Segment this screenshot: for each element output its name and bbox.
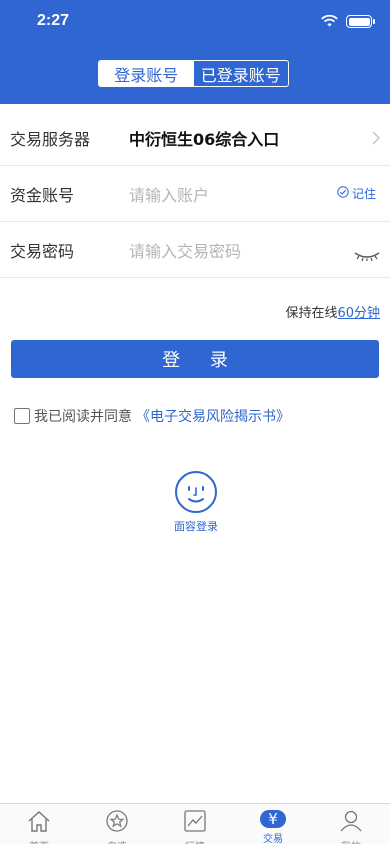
keep-online-duration-link[interactable]: 60分钟 [337,306,380,321]
tab-trade[interactable]: ¥ 交易 [234,804,312,844]
tab-watchlist-label: 自选 [107,838,127,844]
remember-account-toggle[interactable]: 记住 [337,185,376,202]
tab-trade-label: 交易 [263,834,283,844]
user-icon [339,810,363,836]
eye-closed-icon[interactable] [354,246,380,265]
password-input[interactable]: 请输入交易密码 [129,238,241,262]
account-row: 资金账号 请输入账户 记住 [0,166,390,222]
tab-login-account[interactable]: 登录账号 [99,61,194,86]
agreement-text: 我已阅读并同意 [34,409,132,425]
check-circle-icon [337,186,349,201]
remember-label: 记住 [351,187,376,201]
tab-profile[interactable]: 我的 [312,804,390,844]
tab-profile-label: 我的 [341,838,361,844]
tab-watchlist[interactable]: 自选 [78,804,156,844]
server-row[interactable]: 交易服务器 中衍恒生06综合入口 [0,110,390,166]
tab-logged-in-accounts[interactable]: 已登录账号 [194,61,289,86]
server-label: 交易服务器 [10,129,91,149]
password-label: 交易密码 [10,241,75,261]
status-time: 2:27 [37,12,70,29]
face-id-icon[interactable] [174,470,218,514]
password-row: 交易密码 请输入交易密码 [0,222,390,278]
risk-disclosure-link[interactable]: 《电子交易风险揭示书》 [136,406,290,426]
tab-home-label: 首页 [29,838,49,844]
header-bar: 2:27 登录账号 已登录账号 [0,0,390,104]
chart-icon [183,810,207,836]
wifi-icon [321,12,338,31]
keep-online: 保持在线60分钟 [285,302,380,321]
login-mode-segmented-control: 登录账号 已登录账号 [98,60,289,87]
yen-icon: ¥ [260,810,286,828]
login-form: 交易服务器 中衍恒生06综合入口 资金账号 请输入账户 记住 交易密码 请输入交… [0,110,390,278]
battery-icon [346,15,375,28]
agreement-checkbox[interactable] [14,408,30,424]
account-input[interactable]: 请输入账户 [129,182,209,206]
star-icon [105,810,129,836]
agreement-row: 我已阅读并同意 《电子交易风险揭示书》 [14,406,290,426]
status-icons [321,12,375,31]
login-button[interactable]: 登 录 [11,340,379,378]
home-icon [27,810,51,836]
chevron-right-icon [372,130,381,149]
tab-market[interactable]: 行情 [156,804,234,844]
face-login-label[interactable]: 面容登录 [160,518,232,534]
tab-market-label: 行情 [185,838,205,844]
server-value: 中衍恒生06综合入口 [129,129,280,149]
bottom-tab-bar: 首页 自选 行情 ¥ 交易 我的 [0,803,390,844]
tab-home[interactable]: 首页 [0,804,78,844]
account-label: 资金账号 [10,185,75,205]
keep-online-prefix: 保持在线 [285,306,338,321]
